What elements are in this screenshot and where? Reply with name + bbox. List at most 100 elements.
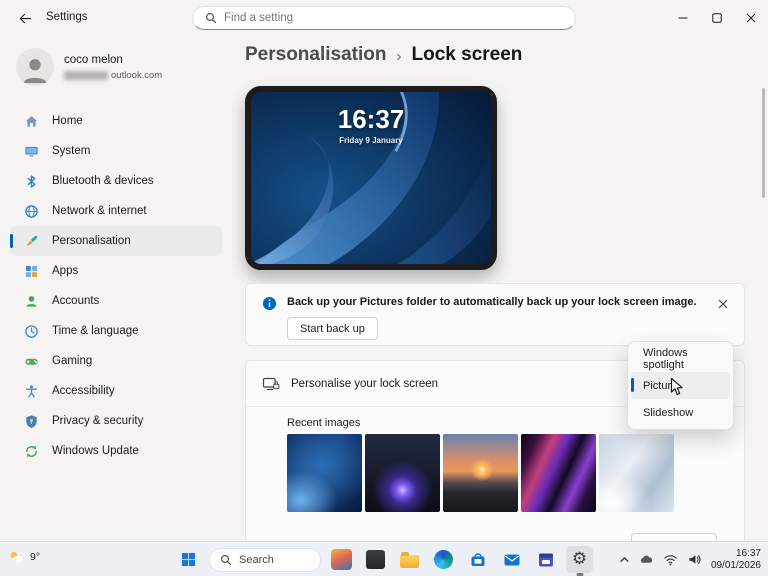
file-explorer-icon [400,555,419,568]
recent-images-label: Recent images [287,417,360,429]
profile-block[interactable]: coco melon outlook.com [14,46,224,90]
settings-app-button[interactable]: ⚙ [566,546,593,573]
lock-screen-icon [262,375,280,393]
breadcrumb-parent[interactable]: Personalisation [245,44,387,66]
sidebar-item-bluetooth-devices[interactable]: Bluetooth & devices [10,166,222,196]
edge-browser-button[interactable] [430,546,457,573]
mail-icon [503,551,521,569]
taskbar-center: Search ⚙ [175,542,593,576]
photos-app-icon [331,549,352,570]
store-icon [469,551,487,569]
page-title: Lock screen [412,44,523,66]
sidebar-item-home[interactable]: Home [10,106,222,136]
store-app-button[interactable] [464,546,491,573]
mail-app-button[interactable] [498,546,525,573]
breadcrumb: Personalisation › Lock screen [245,44,522,66]
maximize-button[interactable] [700,0,734,35]
vertical-scrollbar[interactable] [762,88,765,198]
dropdown-option-label: Slideshow [643,407,693,419]
taskbar-date: 09/01/2026 [711,560,761,572]
close-icon [718,299,728,309]
sidebar-item-privacy-security[interactable]: Privacy & security [10,406,222,436]
sidebar-item-personalisation[interactable]: Personalisation [10,226,222,256]
taskbar: 9° Search [0,541,768,576]
gear-icon: ⚙ [572,551,587,568]
taskbar-time: 16:37 [711,548,761,560]
shield-icon [24,414,39,429]
backup-info-banner: Back up your Pictures folder to automati… [245,283,745,346]
sidebar-item-label: Bluetooth & devices [52,175,154,187]
dropdown-option-slideshow[interactable]: Slideshow [631,399,730,426]
sidebar-item-gaming[interactable]: Gaming [10,346,222,376]
chevron-up-icon[interactable] [619,554,630,565]
search-icon [205,12,217,24]
settings-search-box [192,6,576,30]
recent-image-1[interactable] [287,434,362,512]
clock-icon [24,324,39,339]
preview-clock-time: 16:37 [251,104,491,135]
recent-image-5[interactable] [599,434,674,512]
calendar-icon [537,551,555,569]
settings-search-input[interactable] [224,12,563,24]
sidebar-item-accessibility[interactable]: Accessibility [10,376,222,406]
file-explorer-button[interactable] [396,546,423,573]
recent-image-3[interactable] [443,434,518,512]
banner-close-button[interactable] [712,293,734,315]
card-title: Personalise your lock screen [291,378,438,390]
terminal-app-button[interactable] [362,546,389,573]
sidebar-item-network-internet[interactable]: Network & internet [10,196,222,226]
back-arrow-icon [18,11,33,26]
profile-email: outlook.com [64,70,162,81]
edge-icon [434,550,453,569]
sidebar-item-windows-update[interactable]: Windows Update [10,436,222,466]
window-controls [666,0,768,35]
calendar-app-button[interactable] [532,546,559,573]
dropdown-option-windows-spotlight[interactable]: Windows spotlight [631,345,730,372]
weather-widget[interactable]: 9° [7,548,40,566]
taskbar-clock[interactable]: 16:37 09/01/2026 [711,548,761,571]
wifi-icon[interactable] [663,552,678,567]
taskbar-search-label: Search [239,554,274,566]
maximize-icon [712,13,722,23]
start-button[interactable] [175,546,202,573]
sidebar-item-time-language[interactable]: Time & language [10,316,222,346]
globe-icon [24,204,39,219]
selected-indicator [631,378,634,392]
weather-temperature: 9° [30,551,40,563]
accounts-person-icon [24,294,39,309]
gamepad-icon [24,354,39,369]
home-icon [24,114,39,129]
app-title: Settings [46,11,88,23]
sidebar-nav: Home System Bluetooth & devices Network … [10,106,222,466]
update-arrows-icon [24,444,39,459]
back-button[interactable] [10,6,40,30]
system-tray: 16:37 09/01/2026 [619,542,761,576]
search-icon [220,554,232,566]
sidebar-item-label: Personalisation [52,235,131,247]
taskbar-search-box[interactable]: Search [209,548,321,572]
sidebar-item-label: Home [52,115,83,127]
breadcrumb-separator-icon: › [397,46,402,65]
sidebar-item-label: Privacy & security [52,415,143,427]
accessibility-icon [24,384,39,399]
weather-icon [7,548,25,566]
close-button[interactable] [734,0,768,35]
sidebar-item-label: Accounts [52,295,99,307]
terminal-app-icon [366,550,385,569]
sidebar-item-accounts[interactable]: Accounts [10,286,222,316]
start-backup-button[interactable]: Start back up [287,317,378,340]
recent-image-4[interactable] [521,434,596,512]
apps-grid-icon [24,264,39,279]
cloud-icon[interactable] [639,552,654,567]
volume-icon[interactable] [687,552,702,567]
sidebar-item-label: Apps [52,265,78,277]
minimize-button[interactable] [666,0,700,35]
partially-visible-button[interactable] [631,533,717,541]
profile-email-domain: outlook.com [111,70,162,81]
recent-image-2[interactable] [365,434,440,512]
sidebar-item-system[interactable]: System [10,136,222,166]
sidebar-item-apps[interactable]: Apps [10,256,222,286]
main-content: Personalisation › Lock screen [232,36,768,541]
recent-images-grid [287,434,674,512]
photos-app-button[interactable] [328,546,355,573]
